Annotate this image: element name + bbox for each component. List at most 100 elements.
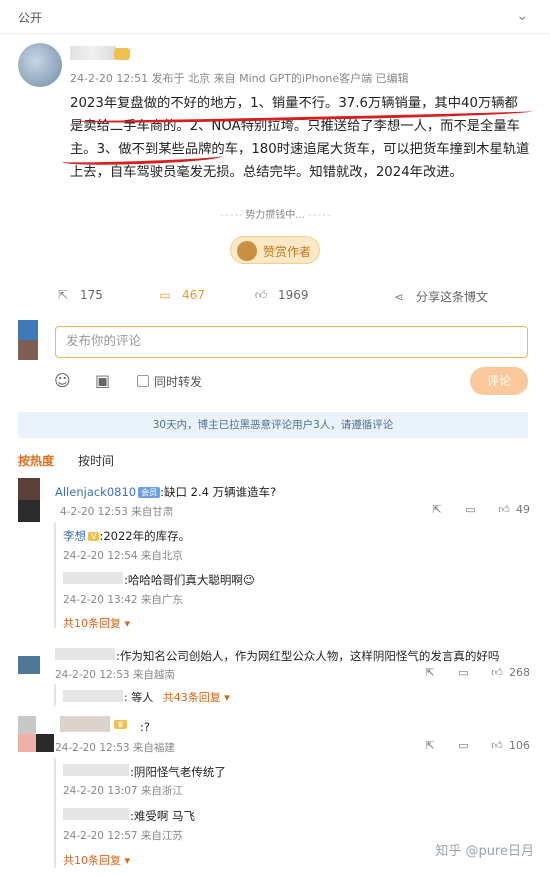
comment-icon: ▭ (159, 288, 171, 302)
blurred-commenter-name[interactable] (55, 648, 115, 660)
comment-actions: ⇱ ▭ 👍︎ 106 (408, 739, 530, 752)
avatar-icon (237, 241, 257, 261)
comment: :作为知名公司创始人，作为网红型公众人物，这样阴阳怪气的发言真的好吗 (116, 648, 499, 664)
repost-icon[interactable]: ⇱ (429, 503, 445, 516)
reply-text: :哈哈哈哥们真大聪明啊😉 (124, 573, 255, 587)
reply-text: :阴阳怪气老传统了 (130, 765, 226, 779)
comment-text: :作为知名公司创始人，作为网红型公众人物，这样阴阳怪气的发言真的好吗 (116, 649, 500, 663)
blurred-commenter-name[interactable] (60, 716, 110, 732)
reward-divider: - - - - - 势力攒钱中... - - - - - (220, 210, 330, 221)
visibility-label: 公开 (18, 11, 43, 25)
post-meta: 24-2-20 12:51 发布于 北京 来自 Mind GPT的iPhone客… (70, 72, 409, 85)
repost-icon[interactable]: ⇱ (422, 739, 438, 752)
blurred-replier-name[interactable] (63, 572, 123, 584)
repost-icon[interactable]: ⇱ (422, 666, 438, 679)
comment: :? (140, 720, 150, 734)
comment-actions: ⇱ ▭ 👍︎ 268 (408, 666, 530, 679)
commenter-avatar[interactable] (18, 716, 36, 734)
blurred-replier-name[interactable] (63, 764, 129, 776)
like-button[interactable]: 👍︎ 1969 (252, 288, 309, 312)
reply-meta: 24-2-20 13:42 来自广东 (63, 594, 183, 606)
reward-label: 赞赏作者 (263, 245, 312, 259)
reply-text: :2022年的库存。 (99, 529, 191, 543)
like-count: 106 (509, 739, 530, 752)
comment-icon[interactable]: ▭ (463, 503, 479, 516)
more-replies-link[interactable]: 共10条回复 ▾ (63, 852, 130, 868)
reply-thread (54, 758, 56, 868)
share-button[interactable]: ⋖ 分享这条博文 (390, 288, 488, 312)
like-count: 268 (509, 666, 530, 679)
post-author-name-blurred[interactable] (70, 46, 116, 60)
submit-comment-button[interactable]: 评论 (470, 367, 528, 395)
comment-actions: ⇱ ▭ 👍︎ 49 (415, 503, 530, 516)
reply-summary-prefix: : 等人 (124, 691, 154, 704)
comment-composer[interactable] (55, 326, 528, 358)
reply: :难受啊 马飞 (130, 808, 195, 824)
more-replies-link[interactable]: 共10条回复 ▾ (63, 615, 130, 631)
watermark: 知乎 @pure日月 (435, 844, 534, 859)
member-badge: 会员 (138, 487, 161, 498)
commenter-avatar (36, 734, 54, 752)
post-body: 2023年复盘做的不好的地方，1、销量不行。37.6万辆销量，其中40万辆都是卖… (61, 92, 533, 184)
thumbs-up-icon[interactable]: 👍︎ (489, 739, 505, 752)
repost-button[interactable]: ⇱ 175 (54, 288, 103, 312)
tab-sort-time[interactable]: 按时间 (78, 452, 114, 469)
moderation-notice: 30天内，博主已拉黑恶意评论用户3人，请遵循评论 (18, 412, 528, 438)
share-label: 分享这条博文 (416, 290, 489, 304)
author-level-badge (114, 48, 130, 60)
chevron-down-icon[interactable]: ⌄ (516, 8, 528, 24)
comment-button[interactable]: ▭ 467 (156, 288, 205, 312)
comment-meta: 24-2-20 12:53 来自福建 (55, 742, 175, 754)
reward-divider-text: 势力攒钱中... (245, 210, 305, 221)
repost-count: 175 (80, 288, 103, 302)
reply: :哈哈哈哥们真大聪明啊😉 (124, 572, 255, 588)
share-icon: ⋖ (393, 290, 405, 304)
comment-icon[interactable]: ▭ (456, 666, 472, 679)
more-replies-link[interactable]: 共43条回复 ▾ (163, 691, 230, 704)
comment-text: :? (140, 720, 150, 734)
reply-thread (54, 522, 56, 628)
also-repost-checkbox[interactable] (137, 375, 149, 387)
thumbs-up-icon[interactable]: 👍︎ (496, 503, 512, 516)
verified-badge: V (88, 532, 100, 541)
reply-meta: 24-2-20 13:07 来自浙江 (63, 785, 183, 797)
replier-name[interactable]: 李想 (63, 529, 86, 543)
composer-toolbar: ☺ ▣ 同时转发 评论 (0, 367, 550, 395)
comment-count: 467 (182, 288, 205, 302)
commenter-name[interactable]: Allenjack0810 (55, 485, 136, 499)
comment: Allenjack0810 会员:缺口 2.4 万辆谁造车? (55, 484, 276, 500)
blurred-replier-name[interactable] (63, 808, 129, 820)
top-bar: 公开 ⌄ (0, 0, 550, 34)
post-actions: ⇱ 175 ▭ 467 👍︎ 1969 ⋖ 分享这条博文 (0, 288, 550, 312)
reward-author-button[interactable]: 赞赏作者 (230, 236, 320, 264)
thumbs-up-icon[interactable]: 👍︎ (489, 666, 505, 679)
tab-sort-hot[interactable]: 按热度 (18, 452, 54, 469)
like-count: 49 (516, 503, 530, 516)
comment-meta: 24-2-20 12:53 来自越南 (55, 669, 175, 681)
repost-icon: ⇱ (57, 288, 69, 302)
my-avatar (18, 320, 38, 360)
reply-meta: 24-2-20 12:57 来自江苏 (63, 830, 183, 842)
also-repost-label: 同时转发 (154, 375, 203, 389)
blurred-replier-name[interactable] (63, 690, 123, 702)
reply-meta: 24-2-20 12:54 来自北京 (63, 550, 183, 562)
post-author-avatar[interactable] (18, 43, 62, 87)
reply-summary: : 等人 共43条回复 ▾ (124, 689, 230, 705)
comment-input[interactable] (66, 333, 506, 348)
level-badge: ♛ (114, 720, 128, 729)
like-count: 1969 (278, 288, 309, 302)
commenter-avatar[interactable] (18, 478, 40, 500)
emoji-icon[interactable]: ☺ (54, 371, 71, 390)
comment-meta: 4-2-20 12:53 来自甘肃 (60, 506, 174, 518)
image-icon[interactable]: ▣ (95, 371, 110, 390)
commenter-avatar (18, 734, 36, 752)
reply: 李想 V:2022年的库存。 (63, 528, 190, 544)
comment-icon[interactable]: ▭ (456, 739, 472, 752)
comment-text: :缺口 2.4 万辆谁造车? (160, 485, 277, 499)
reply-thread (54, 684, 56, 706)
reply: :阴阳怪气老传统了 (130, 764, 226, 780)
reply-text: :难受啊 马飞 (130, 809, 196, 823)
commenter-avatar[interactable] (18, 656, 40, 674)
thumbs-up-icon: 👍︎ (254, 288, 268, 302)
commenter-avatar (18, 500, 40, 522)
